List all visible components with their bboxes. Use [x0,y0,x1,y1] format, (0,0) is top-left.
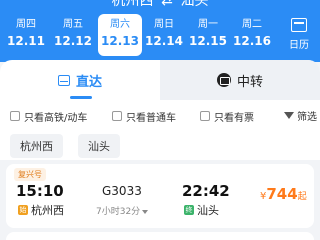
tickets-checkbox[interactable] [200,111,210,121]
train-number: G3033 [102,184,142,198]
calendar-button[interactable]: 日历 [284,18,314,54]
departure-station: 杭州西 [31,204,64,217]
train-icon [57,74,70,86]
date-label: 12.16 [233,34,271,48]
weekday-label: 周六 [110,19,130,30]
filter-icon [284,112,294,119]
filter-row: 只看高铁/动车 只看普通车 只看有票 筛选 [0,106,320,130]
station-chips: 杭州西 汕头 [0,132,320,160]
duration[interactable]: 7小时32分 [96,204,149,217]
weekday-label: 周四 [16,19,36,30]
transfer-icon [216,73,231,87]
date-item-1215[interactable]: 周一 12.15 [186,14,230,56]
date-item-1216[interactable]: 周二 12.16 [230,14,274,56]
weekday-label: 周二 [242,19,262,30]
tab-transfer[interactable]: 中转 [160,60,320,100]
date-selector: 周四 12.11 周五 12.12 周六 12.13 周日 12.14 周一 1… [0,14,320,58]
next-train-card[interactable] [6,232,314,240]
date-item-1213-selected[interactable]: 周六 12.13 [98,14,142,56]
station-chip-from[interactable]: 杭州西 [10,134,63,158]
to-city[interactable]: 汕头 [180,0,208,10]
filter-label: 筛选 [297,112,317,123]
swap-arrows-icon[interactable]: ⇄ [158,0,176,9]
price: ¥744起 [260,184,307,203]
date-label: 12.11 [7,34,45,48]
weekday-label: 周五 [63,19,83,30]
search-panel: 直达 中转 只看高铁/动车 只看普通车 只看有票 筛选 杭州西 汕头 [0,60,320,160]
tab-bar: 直达 中转 [0,60,320,100]
header-bar: 杭州西 ⇄ 汕头 周四 12.11 周五 12.12 周六 12.13 周日 1… [0,0,320,62]
price-suffix: 起 [297,192,307,202]
date-item-1212[interactable]: 周五 12.12 [51,14,95,56]
tab-direct[interactable]: 直达 [0,60,160,100]
regular-checkbox[interactable] [112,111,122,121]
from-city[interactable]: 杭州西 [112,0,154,10]
station-chip-to[interactable]: 汕头 [78,134,120,158]
duration-label: 7小时32分 [96,207,141,217]
date-label: 12.14 [145,34,183,48]
train-card[interactable]: 复兴号 15:10 G3033 22:42 ¥744起 始 杭州西 7小时32分… [6,164,314,228]
high-speed-label[interactable]: 只看高铁/动车 [24,109,87,124]
date-item-1214[interactable]: 周日 12.14 [142,14,186,56]
arrival-station: 汕头 [197,204,219,217]
weekday-label: 周一 [198,19,218,30]
weekday-label: 周日 [154,19,174,30]
regular-label[interactable]: 只看普通车 [126,109,176,124]
tickets-label[interactable]: 只看有票 [214,109,254,124]
calendar-icon [291,18,307,32]
date-label: 12.13 [101,34,139,48]
high-speed-checkbox[interactable] [10,111,20,121]
price-value: 744 [266,185,298,203]
start-station-icon: 始 [18,205,28,215]
filter-button[interactable]: 筛选 [284,108,317,123]
chevron-down-icon [142,209,149,214]
calendar-label: 日历 [289,40,309,51]
fuxing-tag: 复兴号 [14,168,46,181]
date-item-1211[interactable]: 周四 12.11 [4,14,48,56]
end-station-icon: 终 [184,205,194,215]
tab-transfer-label: 中转 [236,74,263,90]
departure-time: 15:10 [16,182,64,200]
date-label: 12.12 [54,34,92,48]
arrival-time: 22:42 [182,182,230,200]
active-tab-indicator [70,96,92,99]
route-title[interactable]: 杭州西 ⇄ 汕头 [0,0,320,9]
tab-direct-label: 直达 [75,74,102,90]
date-label: 12.15 [189,34,227,48]
